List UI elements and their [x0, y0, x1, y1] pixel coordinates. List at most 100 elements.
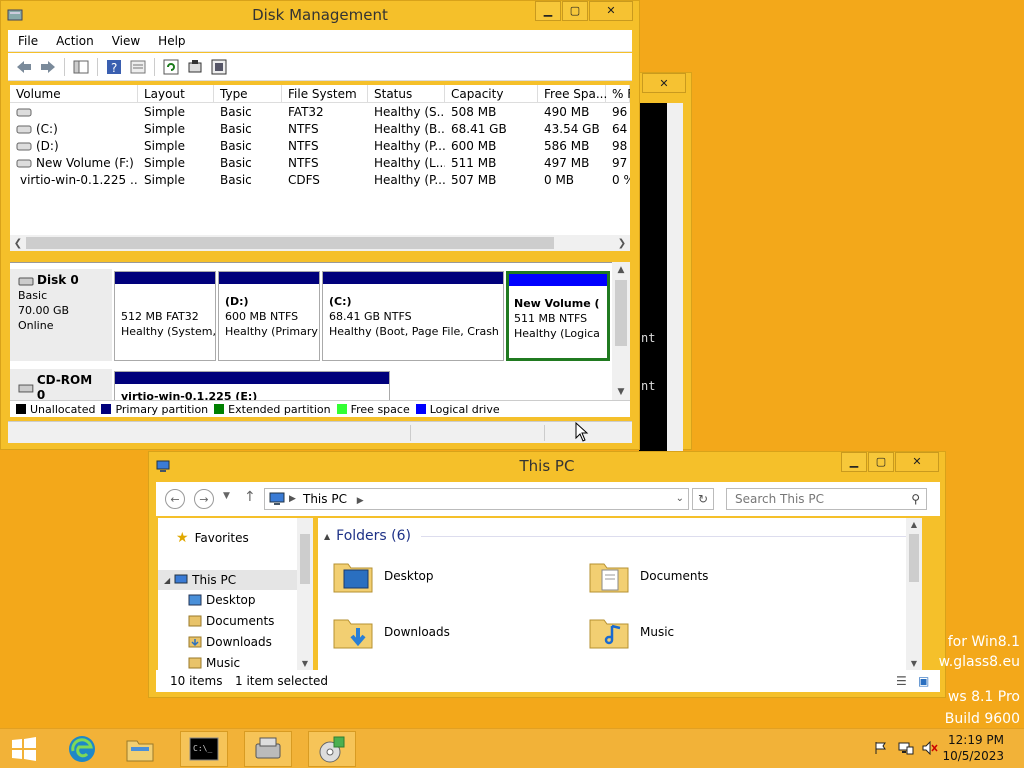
scroll-down-arrow-icon[interactable]: ▼: [906, 659, 922, 668]
nav-documents[interactable]: Documents: [188, 614, 274, 628]
folders-group-header[interactable]: ▲ Folders (6): [324, 528, 911, 544]
tray-flag-icon[interactable]: [874, 741, 888, 755]
search-box[interactable]: Search This PC ⚲: [726, 488, 927, 510]
search-input[interactable]: Search This PC: [735, 492, 824, 506]
explorer-titlebar[interactable]: This PC ▁ ▢ ✕: [149, 452, 945, 480]
column-header-file-system[interactable]: File System: [282, 85, 368, 102]
rescan-disks-icon[interactable]: [185, 57, 205, 77]
maximize-button[interactable]: ▢: [562, 1, 588, 21]
cmd-scrollbar[interactable]: [667, 103, 683, 477]
partition-cdrom-e[interactable]: virtio-win-0.1.225 (E:): [114, 371, 390, 400]
partition-c[interactable]: (C:) 68.41 GB NTFS Healthy (Boot, Page F…: [322, 271, 504, 361]
tray-network-icon[interactable]: [898, 741, 914, 755]
partition-d[interactable]: (D:) 600 MB NTFS Healthy (Primary: [218, 271, 320, 361]
scroll-up-arrow-icon[interactable]: ▲: [612, 262, 630, 278]
close-button[interactable]: ✕: [589, 1, 633, 21]
content-scrollbar[interactable]: ▲ ▼: [906, 518, 922, 670]
cdrom-0-label[interactable]: CD-ROM 0 CD-ROM: [10, 369, 112, 400]
scroll-right-arrow-icon[interactable]: ❯: [614, 235, 630, 251]
nav-scrollbar[interactable]: ▼: [297, 518, 313, 670]
menu-file[interactable]: File: [18, 34, 38, 48]
partition-size: 600 MB NTFS: [225, 310, 299, 323]
up-arrow-icon[interactable]: ↑: [244, 489, 256, 505]
minimize-button[interactable]: ▁: [535, 1, 561, 21]
address-bar[interactable]: ▶ This PC ▶ ⌄: [264, 488, 689, 510]
nav-music[interactable]: Music: [188, 656, 240, 670]
column-header-free-space[interactable]: Free Spa...: [538, 85, 607, 102]
menu-action[interactable]: Action: [56, 34, 94, 48]
disk-properties-icon[interactable]: [209, 57, 229, 77]
disk-0-label[interactable]: Disk 0 Basic 70.00 GB Online: [10, 269, 112, 361]
nav-desktop[interactable]: Desktop: [188, 593, 256, 607]
explorer-close-button[interactable]: ✕: [895, 452, 939, 472]
back-arrow-icon[interactable]: [14, 57, 34, 77]
volume-list[interactable]: Volume Layout Type File System Status Ca…: [10, 85, 630, 235]
console-tree-icon[interactable]: [71, 57, 91, 77]
collapse-chevron-icon[interactable]: ◢: [164, 576, 170, 585]
tray-volume-muted-icon[interactable]: [922, 740, 938, 756]
taskbar-disk-management[interactable]: [244, 731, 292, 767]
table-row[interactable]: (D:) Simple Basic NTFS Healthy (P... 600…: [10, 137, 630, 154]
nav-favorites[interactable]: ★ Favorites: [176, 530, 249, 546]
disk-management-titlebar[interactable]: Disk Management ▁ ▢ ✕: [1, 1, 639, 29]
column-header-type[interactable]: Type: [214, 85, 282, 102]
taskbar-command-prompt[interactable]: C:\_: [180, 731, 228, 767]
table-row[interactable]: New Volume (F:) Simple Basic NTFS Health…: [10, 154, 630, 171]
scrollbar-thumb[interactable]: [909, 534, 919, 582]
system-clock[interactable]: 12:19 PM 10/5/2023: [942, 732, 1004, 764]
cmd-close-button[interactable]: ✕: [642, 73, 686, 93]
scroll-down-arrow-icon[interactable]: ▼: [612, 384, 630, 400]
search-icon[interactable]: ⚲: [911, 489, 920, 509]
explorer-minimize-button[interactable]: ▁: [841, 452, 867, 472]
cmd-console[interactable]: [639, 103, 667, 477]
column-header-capacity[interactable]: Capacity: [445, 85, 538, 102]
menu-help[interactable]: Help: [158, 34, 185, 48]
breadcrumb-this-pc[interactable]: This PC: [303, 492, 347, 506]
nav-downloads[interactable]: Downloads: [188, 635, 272, 649]
address-dropdown-chevron-icon[interactable]: ⌄: [676, 489, 684, 509]
table-row[interactable]: Simple Basic FAT32 Healthy (S... 508 MB …: [10, 103, 630, 120]
column-header-volume[interactable]: Volume: [10, 85, 138, 102]
column-header-layout[interactable]: Layout: [138, 85, 214, 102]
column-header-status[interactable]: Status: [368, 85, 445, 102]
folder-desktop[interactable]: Desktop: [332, 556, 434, 596]
collapse-chevron-icon[interactable]: ▲: [324, 532, 330, 541]
menu-view[interactable]: View: [112, 34, 140, 48]
large-icons-view-icon[interactable]: ▣: [918, 670, 929, 692]
scroll-left-arrow-icon[interactable]: ❮: [10, 235, 26, 251]
refresh-icon[interactable]: [161, 57, 181, 77]
scrollbar-thumb[interactable]: [26, 237, 554, 249]
scrollbar-thumb[interactable]: [300, 534, 310, 584]
taskbar-setup-app[interactable]: [308, 731, 356, 767]
details-view-icon[interactable]: ☰: [896, 670, 907, 692]
explorer-maximize-button[interactable]: ▢: [868, 452, 894, 472]
disk-graph-view[interactable]: Disk 0 Basic 70.00 GB Online 512 MB FAT3…: [10, 262, 630, 400]
partition-new-volume-f[interactable]: New Volume ( 511 MB NTFS Healthy (Logica: [506, 271, 610, 361]
horizontal-scrollbar[interactable]: ❮ ❯: [10, 235, 630, 251]
table-row[interactable]: virtio-win-0.1.225 ... Simple Basic CDFS…: [10, 171, 630, 188]
folder-downloads[interactable]: Downloads: [332, 612, 450, 652]
scroll-up-arrow-icon[interactable]: ▲: [906, 520, 922, 529]
refresh-button[interactable]: ↻: [692, 488, 714, 510]
partition-name: New Volume (: [514, 297, 600, 310]
table-row[interactable]: (C:) Simple Basic NTFS Healthy (B... 68.…: [10, 120, 630, 137]
content-pane[interactable]: ▲ Folders (6) Desktop Documents Download…: [318, 518, 922, 670]
taskbar-edge[interactable]: [58, 731, 106, 767]
recent-locations-chevron-icon[interactable]: ▼: [223, 491, 230, 501]
graph-vertical-scrollbar[interactable]: ▲ ▼: [612, 262, 630, 400]
navigation-pane[interactable]: ★ Favorites ◢ This PC Desktop Documents …: [158, 518, 313, 670]
column-header-percent-free[interactable]: % F: [606, 85, 630, 102]
scrollbar-thumb[interactable]: [615, 280, 627, 346]
partition-system-reserved[interactable]: 512 MB FAT32 Healthy (System,: [114, 271, 216, 361]
scroll-down-arrow-icon[interactable]: ▼: [297, 659, 313, 668]
nav-this-pc[interactable]: ◢ This PC: [158, 570, 298, 590]
folder-music[interactable]: Music: [588, 612, 674, 652]
forward-arrow-icon[interactable]: [38, 57, 58, 77]
forward-button[interactable]: →: [194, 489, 214, 509]
back-button[interactable]: ←: [165, 489, 185, 509]
start-button[interactable]: [0, 731, 48, 767]
taskbar-file-explorer[interactable]: [116, 731, 164, 767]
properties-icon[interactable]: [128, 57, 148, 77]
help-icon[interactable]: ?: [104, 57, 124, 77]
folder-documents[interactable]: Documents: [588, 556, 708, 596]
